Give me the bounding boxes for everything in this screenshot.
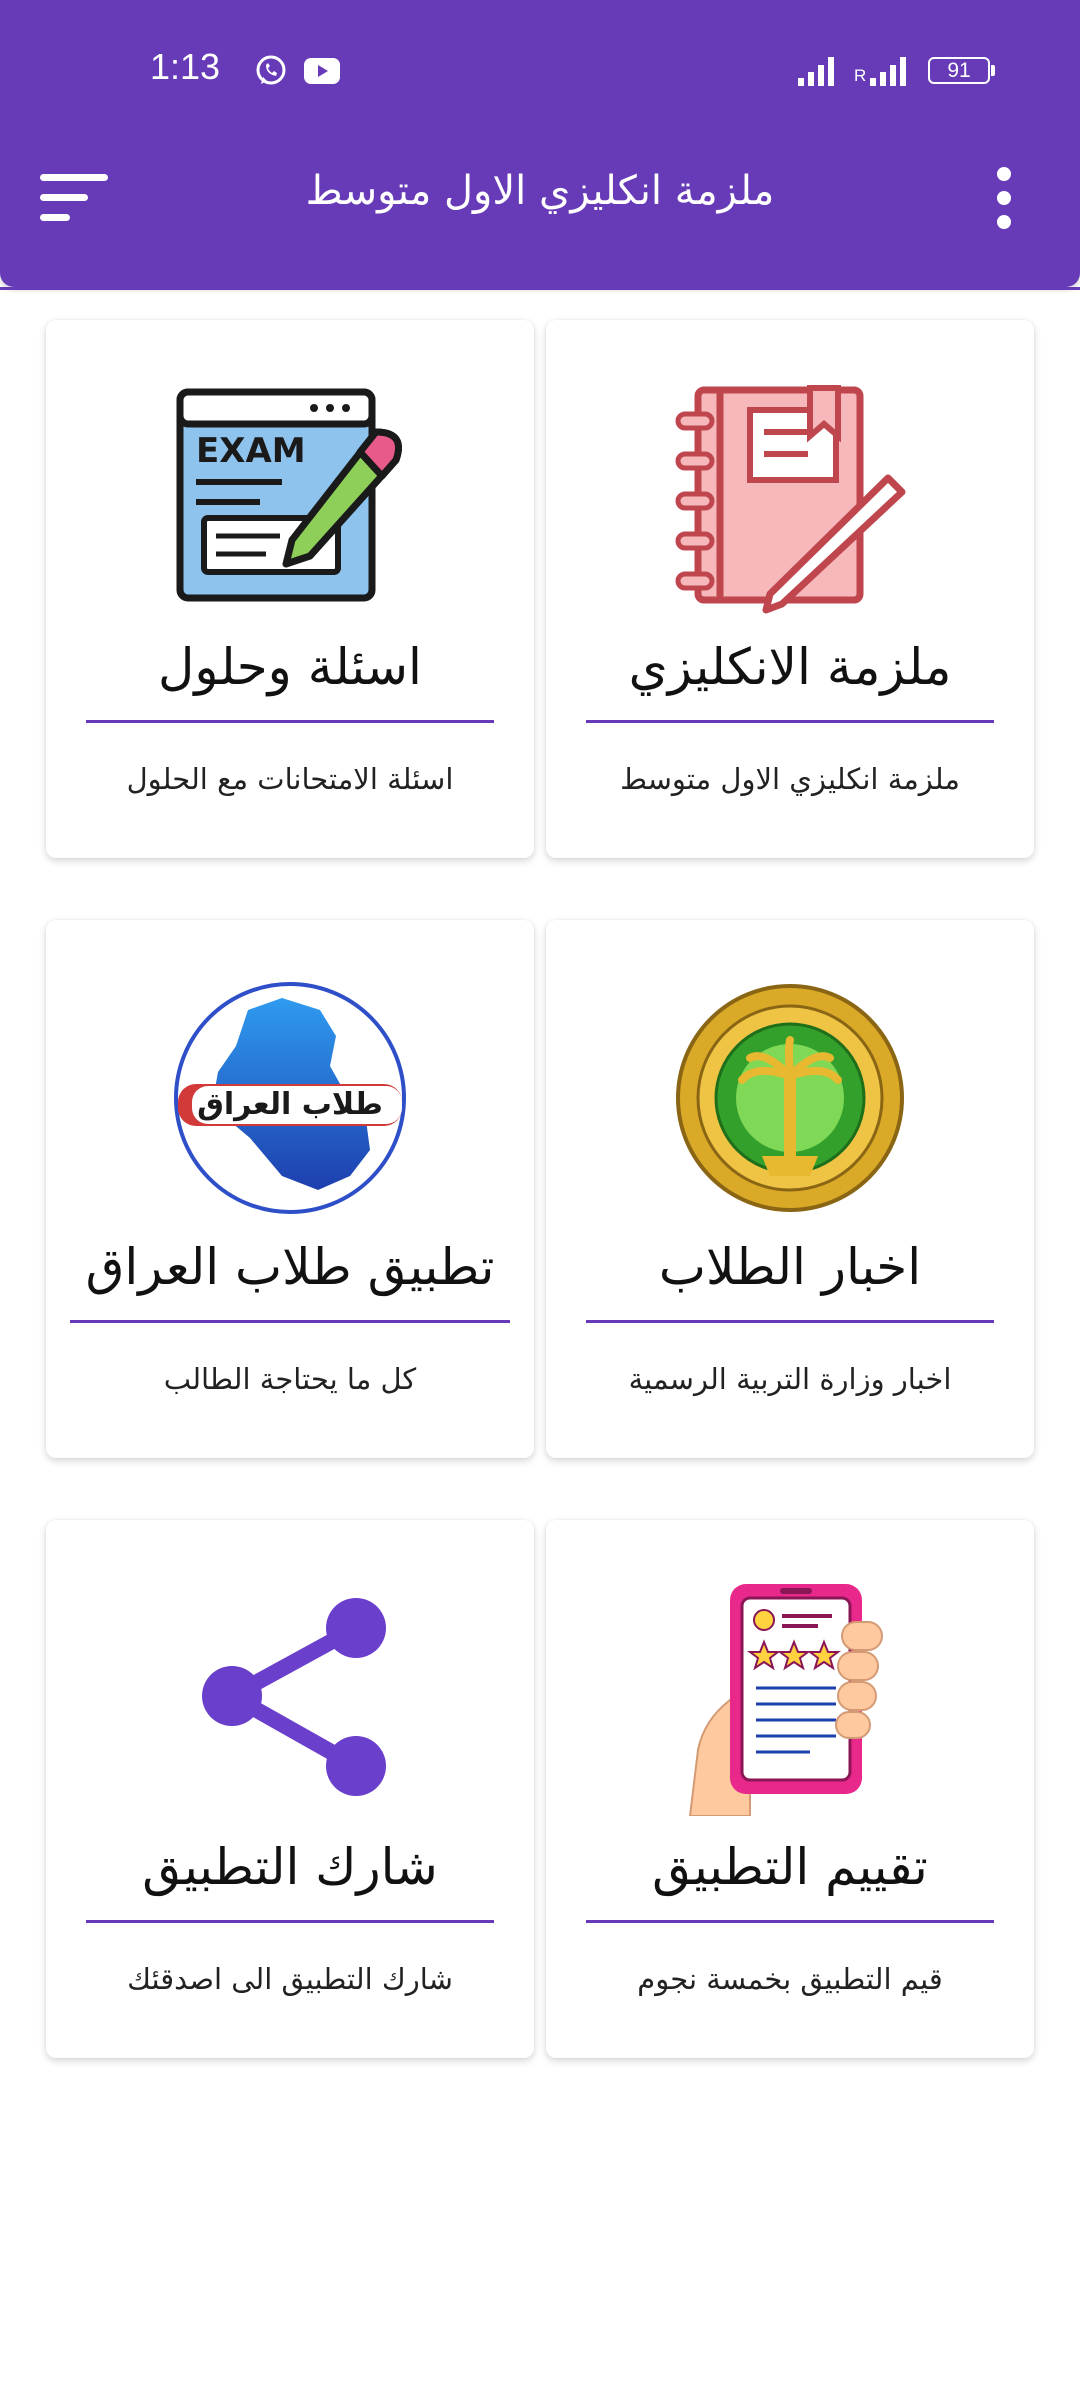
card-title: شارك التطبيق: [142, 1838, 438, 1896]
notebook-pencil-icon: [675, 385, 906, 614]
card-rate-app[interactable]: تقييم التطبيق قيم التطبيق بخمسة نجوم: [546, 1520, 1034, 2058]
card-iraq-students-app[interactable]: طلاب العراق تطبيق طلاب العراق كل ما يحتا…: [46, 920, 534, 1458]
card-subtitle: كل ما يحتاجة الطالب: [163, 1362, 417, 1396]
app-bar: [0, 0, 1080, 287]
exam-icon: EXAM: [176, 388, 402, 602]
share-icon: [202, 1598, 386, 1796]
signal-icon: [798, 57, 834, 86]
card-subtitle: اخبار وزارة التربية الرسمية: [628, 1362, 952, 1396]
card-share-app[interactable]: شارك التطبيق شارك التطبيق الى اصدقئك: [46, 1520, 534, 2058]
battery-icon: 91: [928, 57, 990, 84]
battery-tip: [991, 65, 995, 76]
exam-label: EXAM: [196, 431, 306, 471]
card-subtitle: اسئلة الامتحانات مع الحلول: [126, 762, 454, 796]
ministry-of-education-seal-icon: [676, 984, 904, 1212]
card-subtitle: قيم التطبيق بخمسة نجوم: [637, 1962, 943, 1996]
divider: [586, 1920, 994, 1923]
divider: [586, 720, 994, 723]
card-student-news[interactable]: اخبار الطلاب اخبار وزارة التربية الرسمية: [546, 920, 1034, 1458]
card-questions-answers[interactable]: EXAM اسئلة وحلول اسئلة الامتحانات مع الح…: [46, 320, 534, 858]
status-time: 1:13: [150, 46, 221, 87]
rating-phone-icon: [688, 1584, 883, 1816]
more-options-icon[interactable]: [986, 166, 1022, 230]
logo-text: طلاب العراق: [197, 1087, 383, 1122]
roaming-indicator: R: [854, 66, 867, 85]
card-subtitle: شارك التطبيق الى اصدقئك: [127, 1962, 453, 1996]
card-subtitle: ملزمة انكليزي الاول متوسط: [620, 762, 960, 796]
card-english-booklet[interactable]: ملزمة الانكليزي ملزمة انكليزي الاول متوس…: [546, 320, 1034, 858]
card-title: ملزمة الانكليزي: [628, 638, 952, 696]
divider: [70, 1320, 510, 1323]
menu-icon[interactable]: [40, 172, 112, 224]
card-title: تقييم التطبيق: [652, 1838, 928, 1896]
card-title: اخبار الطلاب: [658, 1238, 922, 1296]
signal-icon: [870, 57, 906, 86]
card-title: اسئلة وحلول: [158, 638, 422, 696]
divider: [86, 1920, 494, 1923]
app-bar-underline: [0, 287, 1080, 290]
divider: [586, 1320, 994, 1323]
youtube-icon: [304, 58, 340, 84]
whatsapp-icon: [256, 55, 286, 85]
iraq-students-logo-icon: طلاب العراق: [174, 982, 406, 1214]
divider: [86, 720, 494, 723]
page-title: ملزمة انكليزي الاول متوسط: [305, 168, 775, 214]
card-title: تطبيق طلاب العراق: [85, 1238, 495, 1296]
